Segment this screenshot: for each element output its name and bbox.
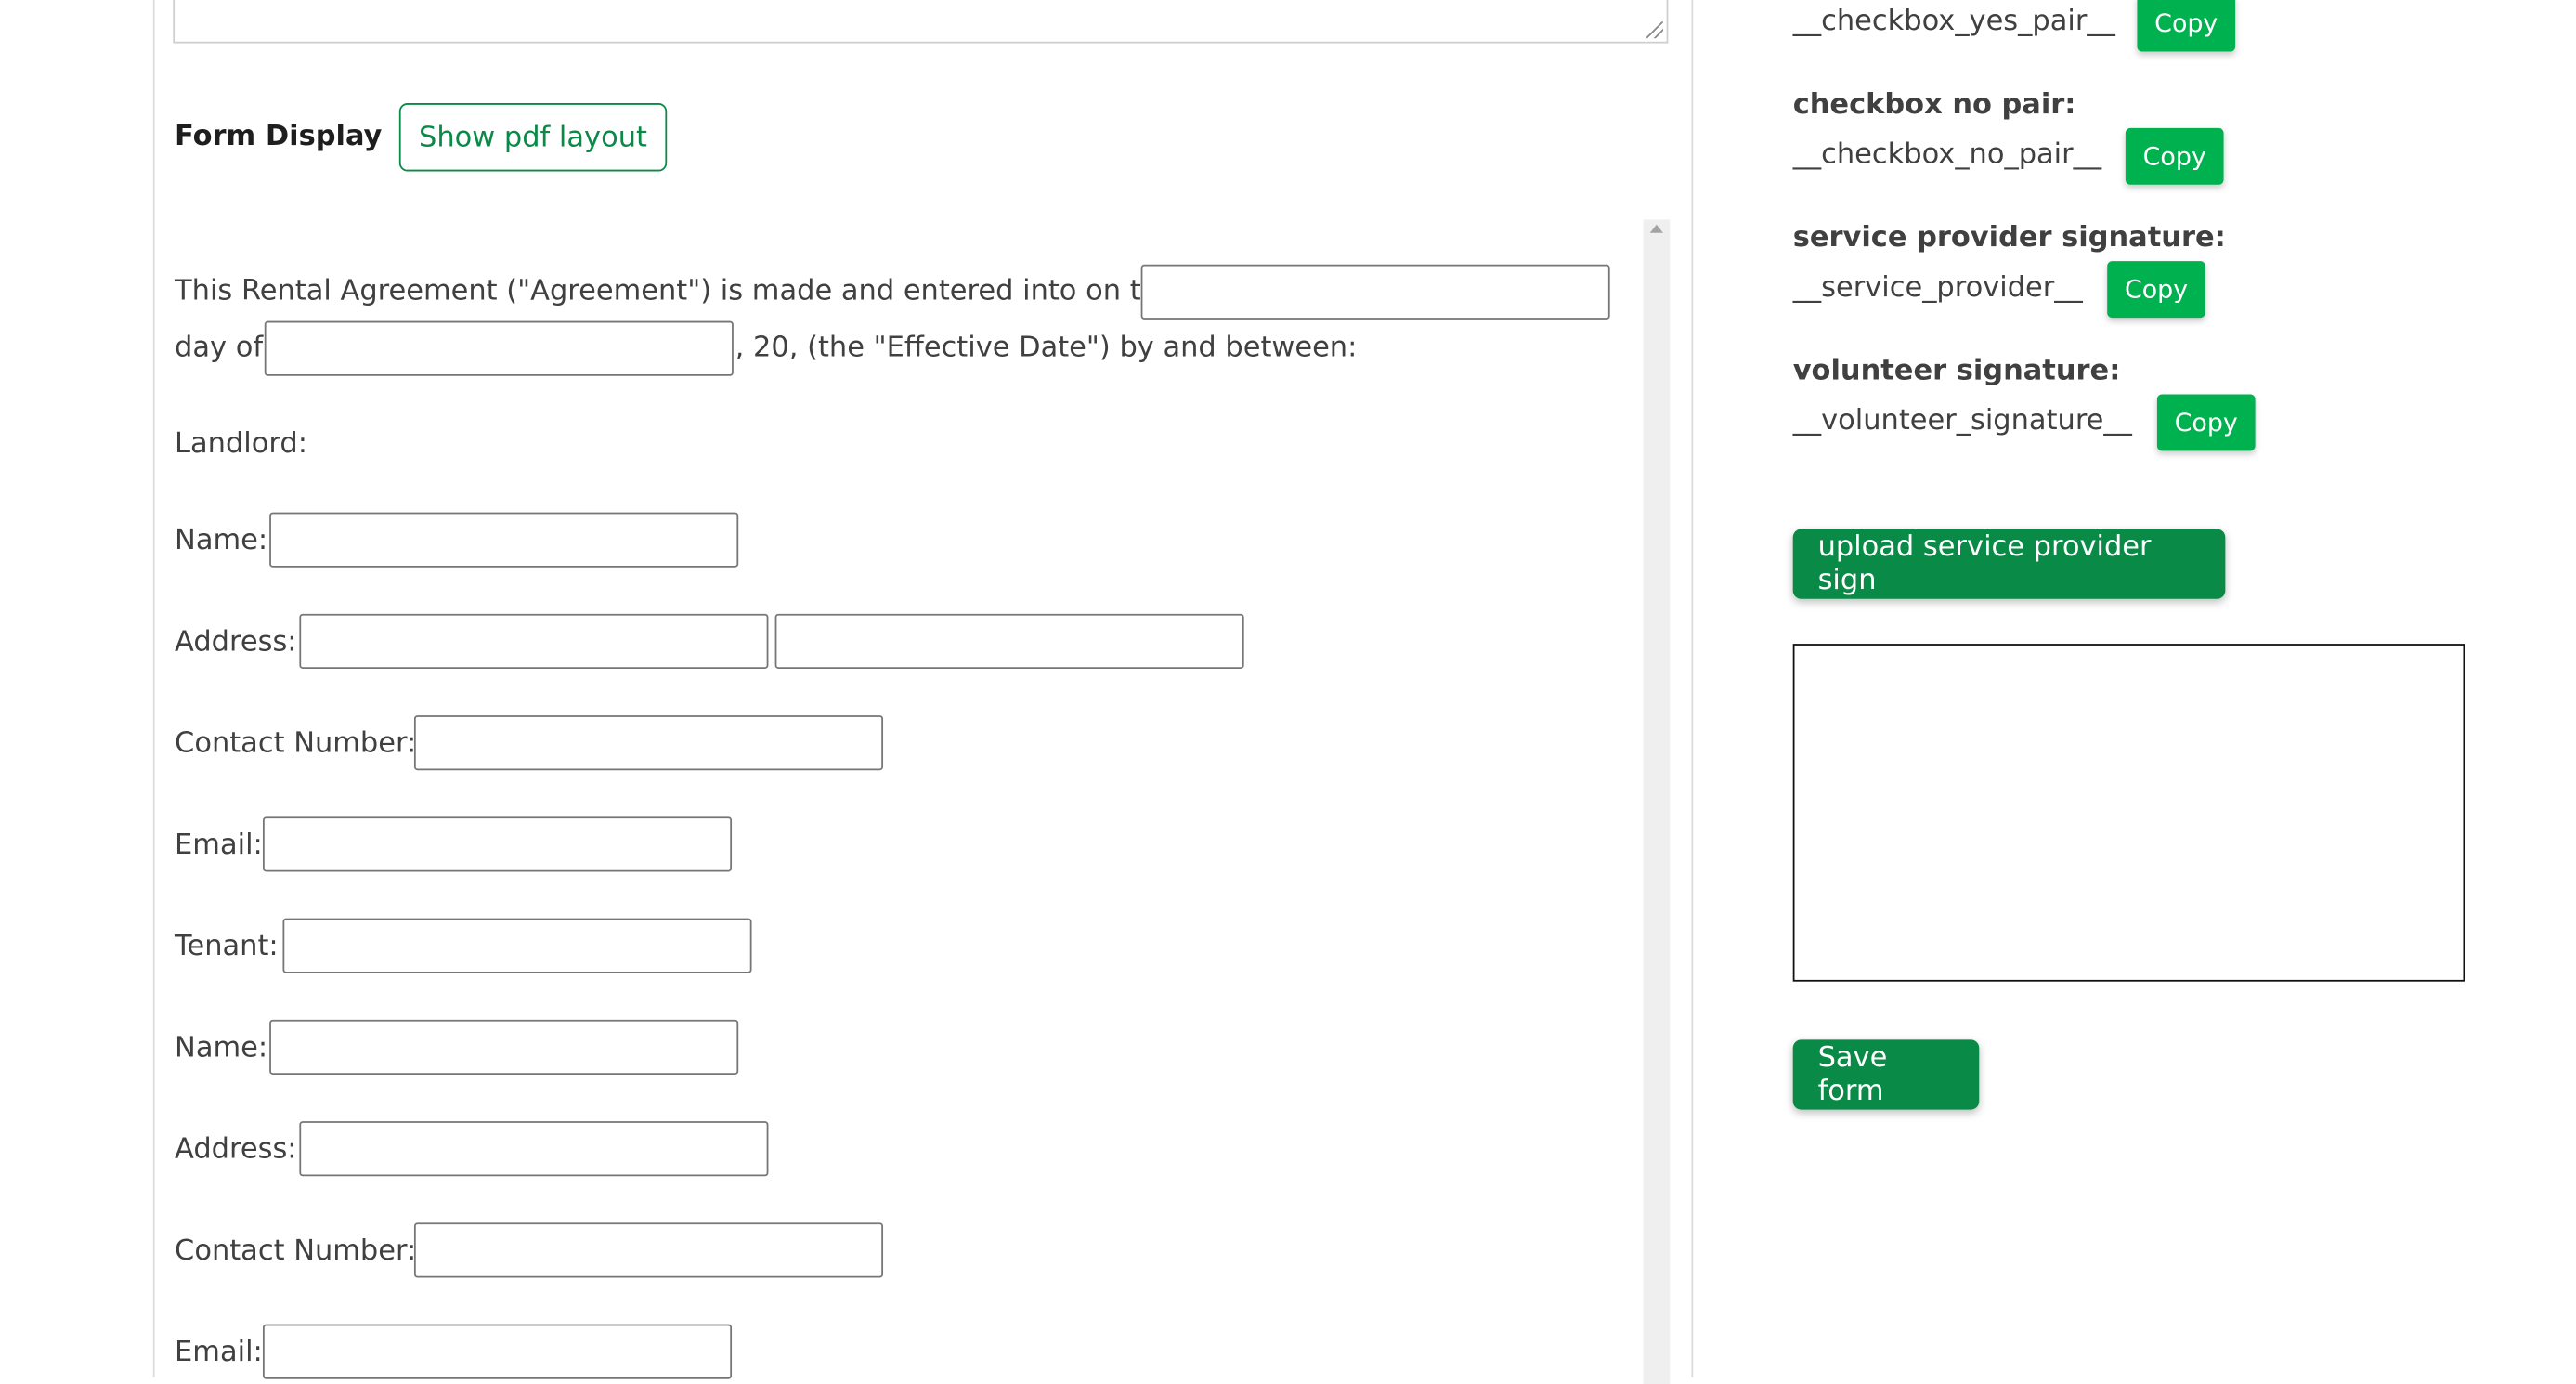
landlord-name-input[interactable]	[269, 512, 739, 568]
tenant-name-input[interactable]	[269, 1019, 739, 1075]
agreement-date-input[interactable]	[1140, 264, 1610, 320]
tenant-email-input[interactable]	[262, 1324, 733, 1379]
tenant-input[interactable]	[282, 918, 752, 973]
template-textarea[interactable]	[173, 0, 1669, 44]
copy-volunteer-signature-button[interactable]: Copy	[2156, 394, 2256, 451]
copy-checkbox-yes-pair-button[interactable]: Copy	[2137, 0, 2236, 52]
show-pdf-layout-button[interactable]: Show pdf layout	[398, 103, 668, 172]
page: Form Display Show pdf layout This Rental…	[0, 0, 2576, 1384]
tenant-email-label: Email:	[175, 1336, 263, 1369]
form-display-heading: Form Display	[175, 119, 383, 153]
landlord-contact-input[interactable]	[413, 715, 884, 771]
upload-service-provider-sign-button[interactable]: upload service provider sign	[1792, 529, 2226, 599]
tenant-address-input[interactable]	[299, 1121, 769, 1177]
agreement-month-input[interactable]	[264, 320, 734, 376]
day-of-text: day of	[175, 331, 264, 365]
service-provider-signature-label: service provider signature:	[1792, 221, 2226, 255]
scroll-up-icon[interactable]	[1649, 224, 1663, 233]
landlord-email-input[interactable]	[262, 816, 733, 872]
tenant-address-label: Address:	[175, 1132, 297, 1167]
tenant-name-label: Name:	[175, 1031, 268, 1065]
landlord-address-input-2[interactable]	[774, 613, 1244, 669]
agreement-intro-text: This Rental Agreement ("Agreement") is m…	[175, 274, 1182, 308]
landlord-address-label: Address:	[175, 625, 297, 659]
checkbox-yes-pair-token: __checkbox_yes_pair__	[1792, 5, 2115, 39]
form-scrollbar[interactable]	[1643, 219, 1671, 1384]
signature-pad[interactable]	[1792, 644, 2465, 982]
service-provider-token: __service_provider__	[1792, 270, 2083, 305]
copy-checkbox-no-pair-button[interactable]: Copy	[2125, 127, 2224, 185]
landlord-heading: Landlord:	[175, 427, 307, 462]
tenant-contact-label: Contact Number:	[175, 1234, 417, 1268]
volunteer-signature-label: volunteer signature:	[1792, 354, 2121, 388]
copy-service-provider-button[interactable]: Copy	[2107, 261, 2205, 319]
checkbox-no-pair-token: __checkbox_no_pair__	[1792, 137, 2102, 172]
resize-handle-icon[interactable]	[1646, 21, 1663, 39]
landlord-name-label: Name:	[175, 524, 268, 557]
tenant-contact-input[interactable]	[413, 1222, 884, 1278]
volunteer-signature-token: __volunteer_signature__	[1792, 404, 2132, 438]
landlord-contact-label: Contact Number:	[175, 726, 417, 761]
checkbox-no-pair-label: checkbox no pair:	[1792, 87, 2076, 122]
tenant-label: Tenant:	[175, 930, 279, 963]
effective-date-text: , 20, (the "Effective Date") by and betw…	[735, 331, 1358, 365]
landlord-address-input-1[interactable]	[299, 613, 769, 669]
landlord-email-label: Email:	[175, 828, 263, 862]
save-form-button[interactable]: Save form	[1792, 1039, 1980, 1110]
